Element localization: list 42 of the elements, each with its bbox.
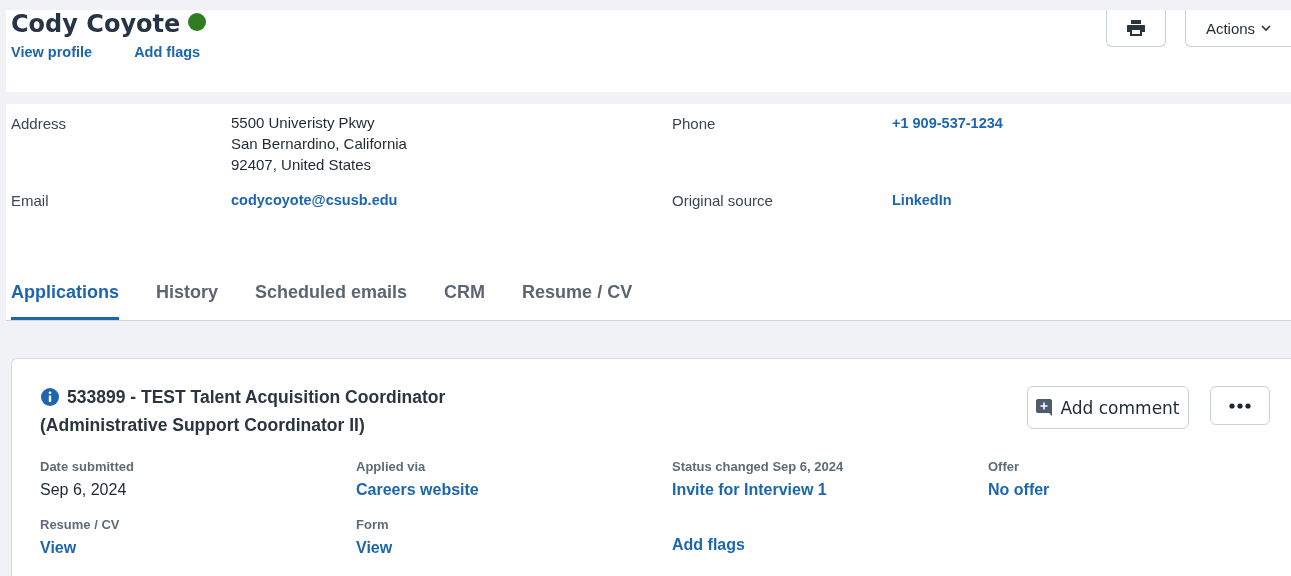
candidate-name: Cody Coyote (11, 10, 181, 38)
actions-button[interactable]: Actions (1185, 10, 1291, 47)
detail-label: Email (11, 192, 50, 211)
chevron-down-icon (1261, 24, 1272, 32)
detail-link[interactable]: codycoyote@csusb.edu (231, 187, 672, 213)
more-icon (1229, 402, 1251, 409)
detail-value: San Bernardino, California (231, 134, 408, 154)
detail-value: 5500 Univeristy Pkwy (231, 113, 376, 133)
detail-label: Original source (672, 192, 774, 211)
header-link[interactable]: Add flags (134, 44, 201, 60)
application-title: 533899 - TEST Talent Acquisition Coordinator (67, 386, 446, 409)
more-button[interactable] (1210, 386, 1270, 425)
printer-icon (1127, 20, 1145, 36)
application-title: (Administrative Support Coordinator II) (40, 414, 365, 437)
field-label: Form (356, 517, 390, 532)
detail-link[interactable]: +1 909-537-1234 (892, 110, 1291, 136)
print-button[interactable] (1106, 10, 1166, 47)
field-value: Sep 6, 2024 (40, 481, 128, 499)
field-label: Applied via (356, 459, 427, 474)
tab[interactable]: CRM (444, 282, 486, 320)
header-link[interactable]: View profile (11, 44, 93, 60)
field-link[interactable]: Add flags (672, 536, 988, 554)
detail-label: Phone (672, 115, 717, 134)
tab[interactable]: Resume / CV (522, 282, 633, 320)
tab[interactable]: History (156, 282, 219, 320)
field-link[interactable]: No offer (988, 481, 1291, 499)
tab[interactable]: Scheduled emails (255, 282, 408, 320)
field-label: Offer (988, 459, 1021, 474)
field-link[interactable]: Careers website (356, 481, 672, 499)
add-comment-button[interactable]: Add comment (1027, 386, 1189, 429)
detail-value: 92407, United States (231, 155, 373, 175)
field-label: Status changed Sep 6, 2024 (672, 459, 845, 474)
field-label: Resume / CV (40, 517, 121, 532)
field-link[interactable]: Invite for Interview 1 (672, 481, 988, 499)
detail-label: Address (11, 115, 68, 134)
info-icon (41, 388, 59, 406)
tab[interactable]: Applications (11, 282, 119, 320)
field-link[interactable]: View (356, 539, 672, 557)
field-link[interactable]: View (40, 539, 356, 557)
field-label: Date submitted (40, 459, 135, 474)
comment-icon (1036, 399, 1053, 416)
detail-link[interactable]: LinkedIn (892, 187, 1291, 213)
